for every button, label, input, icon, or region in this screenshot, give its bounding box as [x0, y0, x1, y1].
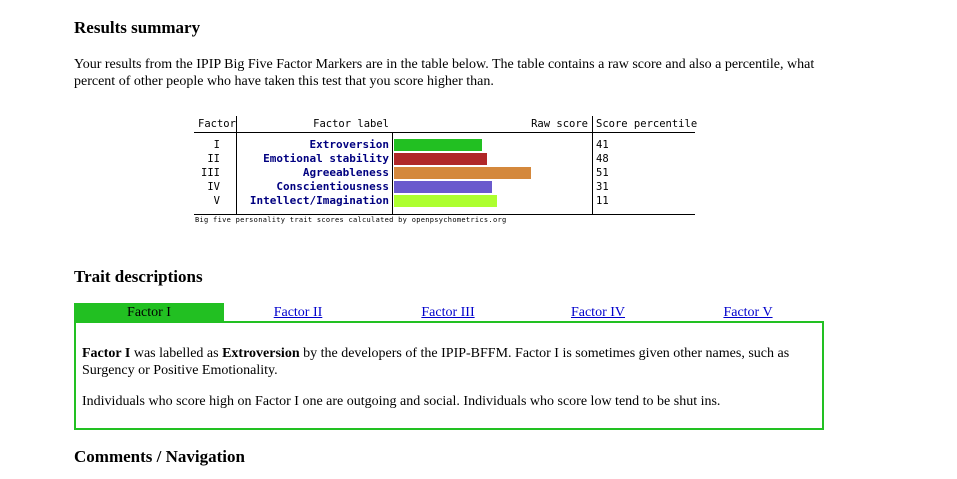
row-percentile: 48 [592, 152, 695, 166]
row-percentile: 31 [592, 180, 695, 194]
row-raw-score-cell [392, 194, 592, 208]
row-raw-score-cell [392, 138, 592, 152]
comments-navigation-heading: Comments / Navigation [74, 447, 245, 466]
header-score-percentile: Score percentile [592, 116, 697, 132]
header-factor: Factor [198, 118, 236, 130]
raw-score-bar [394, 139, 482, 151]
tab-factor-1[interactable]: Factor I [74, 303, 224, 322]
header-raw-score: Raw score [531, 118, 588, 130]
table-row: II Emotional stability 48 [194, 152, 695, 166]
factor-description-paragraph: Factor I was labelled as Extroversion by… [82, 346, 790, 378]
row-factor-label: Intellect/Imagination [236, 194, 392, 208]
row-factor-label: Agreeableness [236, 166, 392, 180]
table-row: III Agreeableness 51 [194, 166, 695, 180]
row-percentile: 51 [592, 166, 695, 180]
factor-label-name: Extroversion [222, 346, 300, 361]
tab-factor-4[interactable]: Factor IV [523, 303, 673, 322]
header-factor-label: Factor label [236, 116, 392, 132]
row-factor-label: Emotional stability [236, 152, 392, 166]
row-factor: IV [207, 181, 220, 193]
factor-description-panel: Factor I was labelled as Extroversion by… [74, 321, 824, 430]
row-raw-score-cell [392, 166, 592, 180]
row-factor: I [213, 139, 220, 151]
raw-score-bar [394, 153, 487, 165]
table-caption: Big five personality trait scores calcul… [195, 216, 507, 224]
row-factor: III [201, 167, 220, 179]
raw-score-bar [394, 195, 497, 207]
raw-score-bar [394, 181, 492, 193]
results-summary-heading: Results summary [74, 18, 201, 37]
row-factor-label: Extroversion [236, 138, 392, 152]
tab-factor-5[interactable]: Factor V [673, 303, 823, 322]
row-factor: II [207, 153, 220, 165]
factor-interpretation-paragraph: Individuals who score high on Factor I o… [82, 394, 721, 409]
table-row: V Intellect/Imagination 11 [194, 194, 695, 208]
factor-name: Factor I [82, 346, 131, 361]
trait-descriptions-heading: Trait descriptions [74, 267, 203, 286]
raw-score-bar [394, 167, 531, 179]
row-raw-score-cell [392, 180, 592, 194]
table-row: I Extroversion 41 [194, 138, 695, 152]
factor-tabs: Factor I Factor II Factor III Factor IV … [74, 303, 824, 322]
table-row: IV Conscientiousness 31 [194, 180, 695, 194]
table-header-row: Factor Factor label Raw score Score perc… [194, 116, 697, 133]
results-table: Factor Factor label Raw score Score perc… [194, 116, 697, 215]
tab-factor-3[interactable]: Factor III [373, 303, 523, 322]
tab-factor-2[interactable]: Factor II [223, 303, 373, 322]
row-factor-label: Conscientiousness [236, 180, 392, 194]
table-body: I Extroversion 41 II Emotional stability 48 II… [194, 138, 695, 208]
results-intro-text: Your results from the IPIP Big Five Fact… [74, 57, 815, 89]
row-percentile: 11 [592, 194, 695, 208]
row-factor: V [213, 195, 220, 207]
row-percentile: 41 [592, 138, 695, 152]
row-raw-score-cell [392, 152, 592, 166]
